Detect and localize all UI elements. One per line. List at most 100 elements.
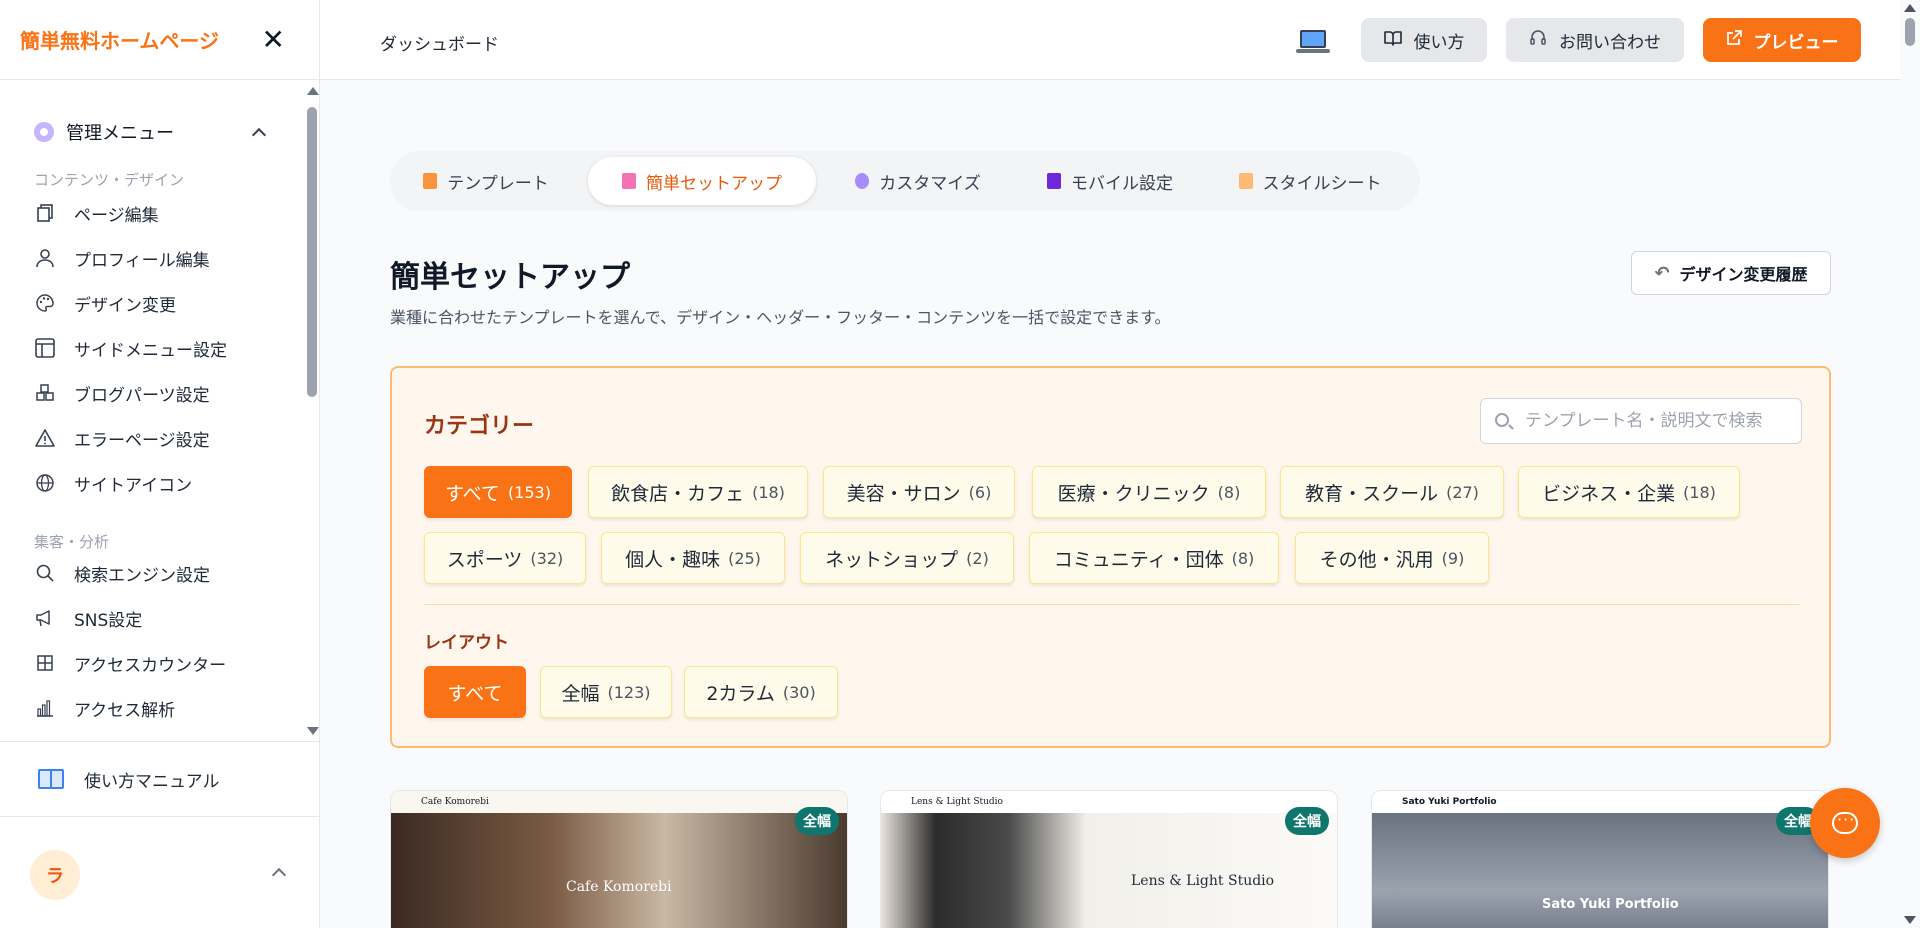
design-history-button[interactable]: ↶ デザイン変更履歴 [1631, 251, 1831, 295]
search-icon [34, 562, 56, 584]
chat-button[interactable] [1810, 788, 1880, 858]
chip-label: 教育・スクール [1305, 482, 1439, 505]
layout-chip-all[interactable]: すべて [424, 666, 526, 718]
sidebar-header: 簡単無料ホームページ ✕ [0, 0, 319, 80]
management-menu-toggle[interactable]: 管理メニュー [34, 119, 267, 145]
card-title: Cafe Komorebi [566, 879, 672, 895]
sidebar-item-seo[interactable]: 検索エンジン設定 [34, 555, 294, 591]
grid-icon [34, 652, 56, 674]
scroll-up-icon[interactable] [1904, 4, 1916, 12]
card-header-text: Lens & Light Studio [881, 791, 1337, 813]
layout-badge: 全幅 [795, 807, 839, 835]
tab-stylesheet[interactable]: スタイルシート [1218, 157, 1402, 205]
template-card-photo-studio[interactable]: Lens & Light Studio Lens & Light Studio … [880, 790, 1338, 928]
laptop-icon[interactable] [1296, 30, 1330, 53]
preview-button[interactable]: プレビュー [1703, 18, 1861, 62]
category-chip-personal[interactable]: 個人・趣味 (25) [601, 532, 785, 584]
site-logo[interactable]: 簡単無料ホームページ [20, 25, 219, 54]
sidebar-item-side-menu[interactable]: サイドメニュー設定 [34, 330, 294, 366]
palette-icon [34, 292, 56, 314]
tab-template[interactable]: テンプレート [408, 157, 564, 205]
contact-button[interactable]: お問い合わせ [1506, 18, 1684, 62]
avatar[interactable]: ラ [30, 850, 80, 900]
globe-icon [34, 472, 56, 494]
close-icon[interactable]: ✕ [262, 25, 299, 54]
scroll-up-icon[interactable] [307, 87, 319, 95]
category-chip-sports[interactable]: スポーツ (32) [424, 532, 586, 584]
chip-label: 医療・クリニック [1057, 482, 1210, 505]
sidebar-item-error-page[interactable]: エラーページ設定 [34, 420, 294, 456]
category-chip-community[interactable]: コミュニティ・団体 (8) [1029, 532, 1279, 584]
search-input[interactable] [1525, 399, 1795, 443]
chip-count: (30) [782, 682, 816, 702]
sidebar-item-analytics[interactable]: アクセス解析 [34, 690, 294, 726]
scroll-down-icon[interactable] [307, 727, 319, 735]
sidebar-item-label: ページ編集 [74, 205, 159, 226]
page-scrollbar[interactable] [1900, 0, 1920, 928]
category-chip-business[interactable]: ビジネス・企業 (18) [1518, 466, 1740, 518]
sidebar-item-design[interactable]: デザイン変更 [34, 285, 294, 321]
sidebar-item-label: サイトアイコン [74, 475, 193, 496]
layout-icon [34, 337, 56, 359]
sidebar-scrollbar[interactable] [304, 85, 319, 737]
chevron-up-icon[interactable] [271, 867, 287, 883]
scroll-down-icon[interactable] [1904, 916, 1916, 924]
template-card-portfolio[interactable]: Sato Yuki Portfolio Sato Yuki Portfolio … [1371, 790, 1829, 928]
sidebar-item-access-counter[interactable]: アクセスカウンター [34, 645, 294, 681]
sidebar-item-label: アクセス解析 [74, 700, 176, 721]
chip-label: 美容・サロン [846, 482, 961, 505]
sidebar-item-page-edit[interactable]: ページ編集 [34, 195, 294, 231]
sidebar-item-label: プロフィール編集 [74, 250, 210, 271]
chip-label: すべて [445, 482, 500, 505]
layout-badge: 全幅 [1285, 807, 1329, 835]
chevron-up-icon [251, 127, 267, 143]
clipboard-icon [423, 173, 438, 189]
category-chip-all[interactable]: すべて (153) [424, 466, 572, 518]
tab-label: スタイルシート [1262, 173, 1382, 194]
sidebar: 簡単無料ホームページ ✕ 管理メニュー コンテンツ・デザイン ページ編集 プロフ… [0, 0, 320, 928]
chip-count: (18) [1683, 482, 1716, 502]
sidebar-item-label: アクセスカウンター [74, 655, 227, 676]
card-header-text: Sato Yuki Portfolio [1372, 791, 1828, 813]
template-card-cafe[interactable]: Cafe Komorebi Cafe Komorebi 全幅 [390, 790, 848, 928]
tab-customize[interactable]: カスタマイズ [830, 157, 1006, 205]
category-chip-education[interactable]: 教育・スクール (27) [1280, 466, 1504, 518]
top-bar: ダッシュボード 使い方 お問い合わせ プレビュー [320, 0, 1900, 80]
chip-count: (32) [530, 548, 564, 568]
scroll-thumb[interactable] [1905, 18, 1915, 46]
sidebar-item-profile[interactable]: プロフィール編集 [34, 240, 294, 276]
category-chip-other[interactable]: その他・汎用 (9) [1295, 532, 1489, 584]
search-icon [1495, 413, 1509, 427]
layout-chip-fullwidth[interactable]: 全幅 (123) [540, 666, 672, 718]
chip-count: (123) [607, 682, 651, 702]
chip-count: (8) [1217, 482, 1241, 502]
layout-chip-2column[interactable]: 2カラム (30) [684, 666, 838, 718]
category-chip-restaurant[interactable]: 飲食店・カフェ (18) [588, 466, 808, 518]
chip-label: すべて [447, 682, 503, 705]
manual-link[interactable]: 使い方マニュアル [0, 741, 320, 817]
category-chip-netshop[interactable]: ネットショップ (2) [800, 532, 1014, 584]
scroll-thumb[interactable] [307, 107, 317, 397]
sidebar-item-label: ブログパーツ設定 [74, 385, 210, 406]
breadcrumb: ダッシュボード [380, 35, 499, 55]
sidebar-item-sns[interactable]: SNS設定 [34, 600, 294, 636]
category-chip-medical[interactable]: 医療・クリニック (8) [1032, 466, 1266, 518]
chat-icon [1832, 810, 1858, 834]
sidebar-item-blog-parts[interactable]: ブログパーツ設定 [34, 375, 294, 411]
template-search[interactable] [1480, 398, 1802, 444]
sidebar-item-site-icon[interactable]: サイトアイコン [34, 465, 294, 501]
tab-easy-setup[interactable]: 簡単セットアップ [588, 157, 816, 205]
howto-button[interactable]: 使い方 [1361, 18, 1487, 62]
chip-count: (18) [752, 482, 785, 502]
warning-icon [34, 427, 56, 449]
gear-icon [855, 173, 870, 189]
mobile-icon [1047, 173, 1061, 189]
megaphone-icon [34, 607, 56, 629]
chip-count: (6) [968, 482, 992, 502]
tab-label: カスタマイズ [879, 173, 981, 194]
gear-icon [34, 122, 54, 142]
blocks-icon [34, 382, 56, 404]
howto-label: 使い方 [1413, 32, 1465, 53]
category-chip-beauty[interactable]: 美容・サロン (6) [823, 466, 1015, 518]
tab-mobile[interactable]: モバイル設定 [1020, 157, 1200, 205]
